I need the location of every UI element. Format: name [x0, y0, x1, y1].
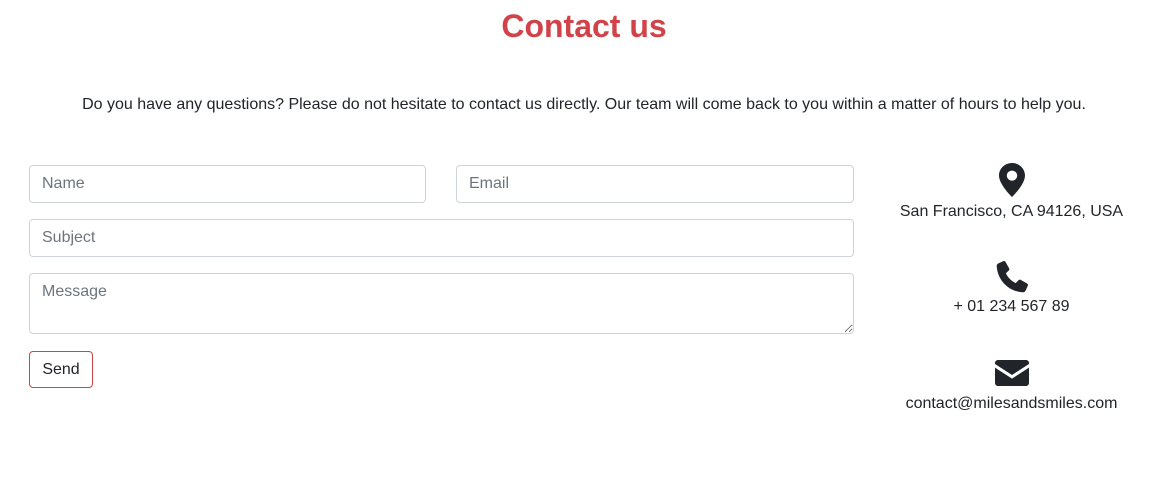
- send-button[interactable]: Send: [29, 351, 93, 388]
- email-text: contact@milesandsmiles.com: [905, 395, 1118, 412]
- phone-icon: [996, 261, 1028, 293]
- intro-text: Do you have any questions? Please do not…: [82, 96, 1086, 113]
- page-title: Contact us: [501, 8, 667, 44]
- name-input[interactable]: [29, 165, 426, 203]
- message-textarea[interactable]: [29, 273, 854, 334]
- contact-address: San Francisco, CA 94126, USA: [885, 163, 1138, 223]
- contact-email: contact@milesandsmiles.com: [885, 360, 1138, 415]
- map-marker-icon: [998, 163, 1025, 197]
- envelope-icon: [994, 360, 1029, 386]
- subject-input[interactable]: [29, 219, 854, 257]
- contact-phone: + 01 234 567 89: [885, 260, 1138, 318]
- address-text: San Francisco, CA 94126, USA: [899, 203, 1124, 220]
- phone-text: + 01 234 567 89: [953, 298, 1070, 315]
- email-input[interactable]: [456, 165, 854, 203]
